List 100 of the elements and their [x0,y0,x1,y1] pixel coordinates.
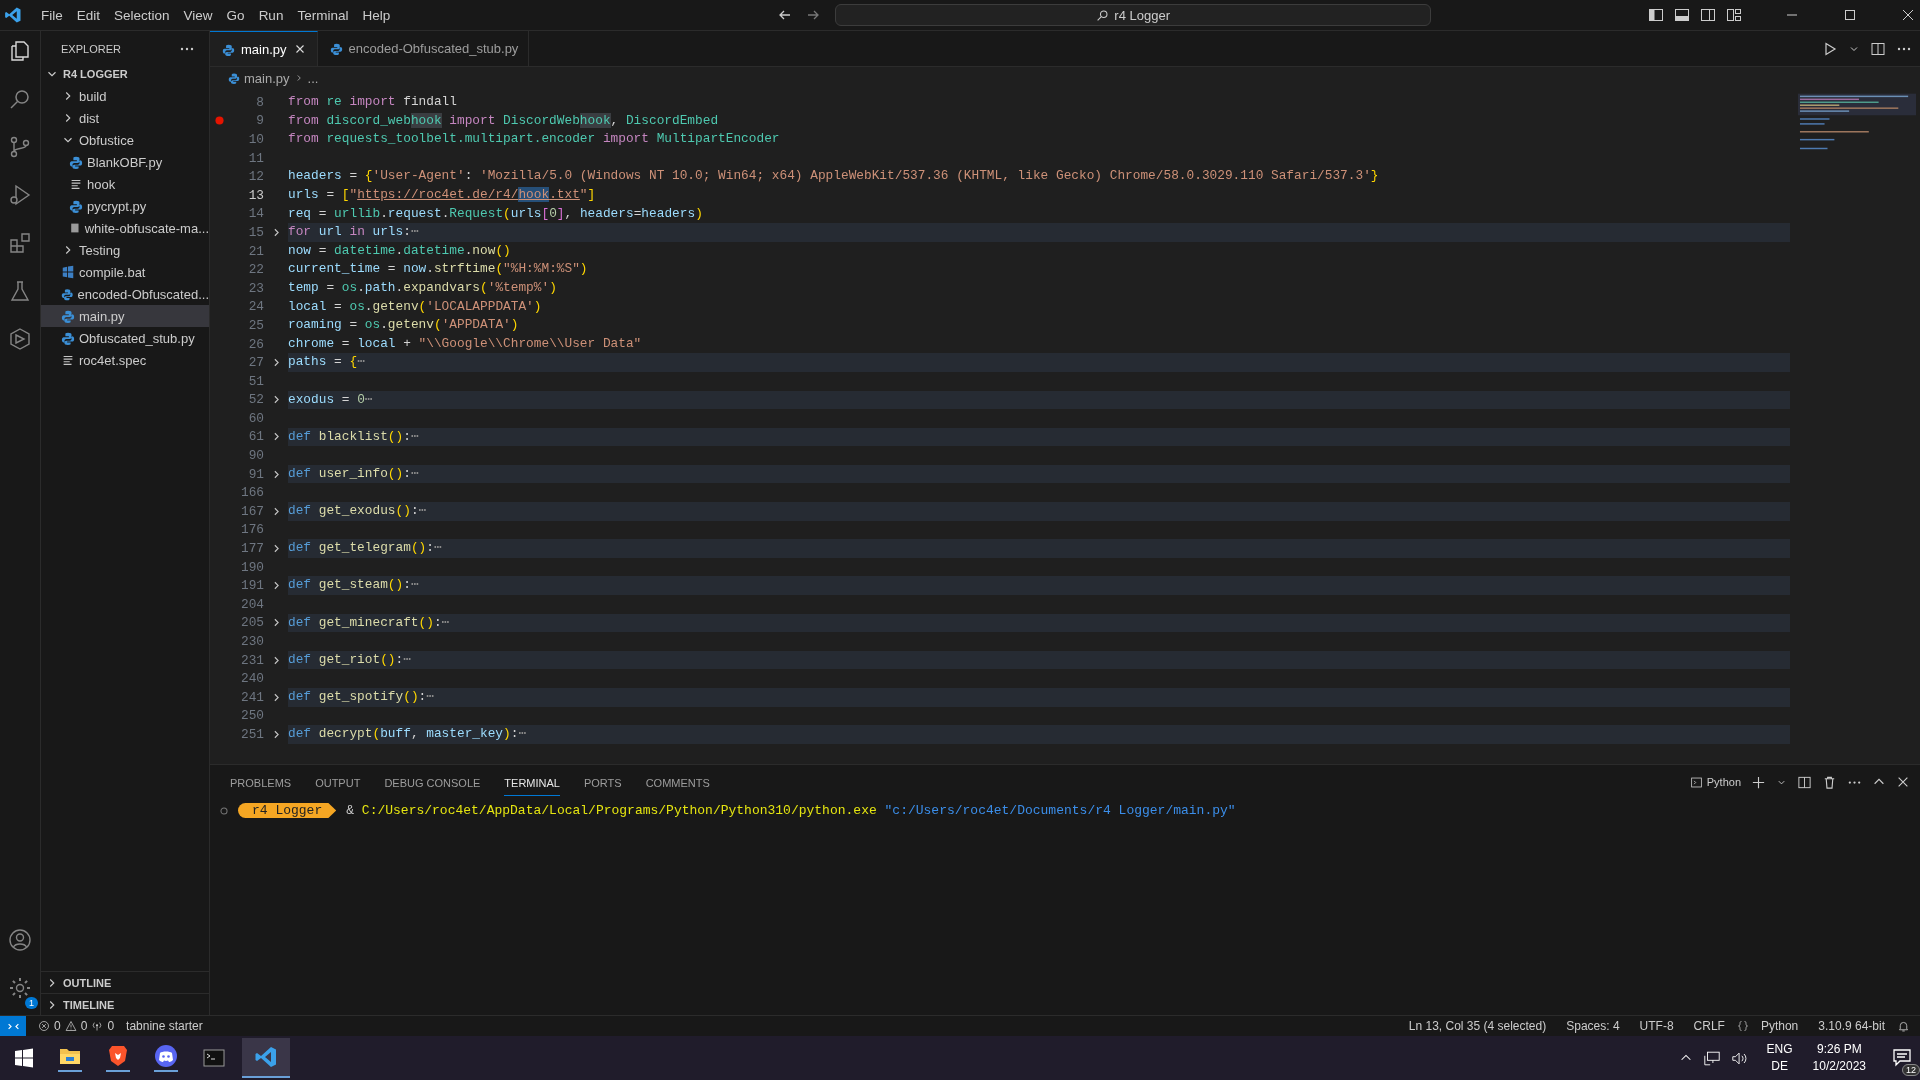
menu-item[interactable]: Run [251,5,291,25]
line-number: 250 [239,708,264,724]
braces-icon[interactable] [1736,1020,1749,1032]
port-count[interactable]: 0 [107,1019,115,1033]
tree-item[interactable]: Testing [41,239,209,261]
line-number: 90 [247,448,264,464]
tree-item[interactable]: Obfustice [41,129,209,151]
menu-item[interactable]: Go [219,5,252,25]
folder-header[interactable]: R4 LOGGER [41,63,209,85]
menu-item[interactable]: View [176,5,220,25]
python-file-icon [69,199,83,213]
menu-item[interactable]: Edit [69,5,108,25]
status-item[interactable]: Ln 13, Col 35 (4 selected) [1408,1019,1547,1033]
chat-app-icon[interactable] [154,1044,178,1072]
files-icon[interactable] [8,39,32,63]
clock[interactable]: 9:26 PM 10/2/2023 [1812,1041,1866,1075]
source-control-icon[interactable] [8,135,32,159]
run-icon[interactable] [1822,40,1838,57]
status-item[interactable]: CRLF [1693,1019,1725,1033]
tree-item[interactable]: Obfuscated_stub.py [41,327,209,349]
code-line: roaming = os.getenv('APPDATA') [288,316,520,335]
panel-tab[interactable]: COMMENTS [645,768,710,796]
notification-icon[interactable] [1892,1046,1912,1067]
line-number: 15 [247,224,264,240]
status-item[interactable]: Spaces: 4 [1566,1019,1620,1033]
split-terminal-icon[interactable] [1797,774,1812,790]
flask-icon[interactable] [8,279,32,303]
line-number: 27 [247,355,264,371]
line-number: 14 [247,206,264,222]
panel-tab[interactable]: DEBUG CONSOLE [384,768,481,796]
panel-tab[interactable]: PROBLEMS [230,768,292,796]
command-center-field[interactable]: r4 Logger [835,4,1432,26]
search-icon[interactable] [8,87,32,111]
editor-tab[interactable]: main.py [210,31,318,66]
volume-icon[interactable] [1730,1050,1749,1066]
tree-item[interactable]: compile.bat [41,261,209,283]
tree-item[interactable]: encoded-Obfuscated... [41,283,209,305]
terminal-icon[interactable] [202,1046,226,1070]
status-item[interactable]: UTF-8 [1639,1019,1674,1033]
tree-item[interactable]: hook [41,173,209,195]
settings-icon[interactable] [8,976,32,1000]
network-icon[interactable] [1702,1050,1721,1066]
sidebar-layout-icon[interactable] [1648,7,1664,23]
app-logo-icon [4,6,22,24]
start-icon[interactable] [14,1048,34,1068]
tree-item[interactable]: pycrypt.py [41,195,209,217]
layout-grid-icon[interactable] [1726,7,1742,23]
error-count[interactable]: 0 [54,1019,61,1033]
interpreter-version[interactable]: 3.10.9 64-bit [1818,1019,1885,1033]
panel-layout-icon[interactable] [1674,7,1690,23]
line-number: 25 [247,317,264,333]
tabnine-status[interactable]: tabnine starter [126,1019,203,1033]
command-status-icon [220,806,228,815]
menu-item[interactable]: Selection [107,5,177,25]
section-header[interactable]: OUTLINE [41,971,209,993]
shield-icon[interactable] [106,1044,130,1072]
menu-item[interactable]: Terminal [290,5,356,25]
split-editor-icon[interactable] [1870,40,1886,57]
breadcrumb-item[interactable]: main.py [244,70,290,86]
trash-icon[interactable] [1822,774,1837,790]
tree-item[interactable]: main.py [41,305,209,327]
taskbar-button[interactable] [242,1038,290,1078]
run-debug-icon[interactable] [8,183,32,207]
tree-item[interactable]: build [41,85,209,107]
tree-item[interactable]: dist [41,107,209,129]
close-icon[interactable] [1896,775,1910,789]
line-number: 231 [239,652,264,668]
language-mode[interactable]: Python [1760,1019,1799,1033]
bell-icon[interactable] [1897,1019,1910,1033]
warning-count[interactable]: 0 [80,1019,88,1033]
panel-tab[interactable]: OUTPUT [315,768,361,796]
close-icon[interactable] [1900,7,1916,23]
editor-tab[interactable]: encoded-Obfuscated_stub.py [317,31,530,66]
maximize-icon[interactable] [1842,7,1858,23]
line-number: 23 [247,280,264,296]
secondary-sidebar-icon[interactable] [1700,7,1716,23]
language-indicator[interactable]: ENG DE [1766,1041,1793,1075]
menu-item[interactable]: Help [355,5,398,25]
hexagon-icon[interactable] [8,327,32,351]
panel-tab[interactable]: PORTS [583,768,622,796]
line-number: 190 [239,559,264,575]
error-icon[interactable] [38,1020,50,1032]
terminal-selector[interactable]: Python [1689,775,1741,789]
tree-item[interactable]: roc4et.spec [41,349,209,371]
python-file-icon [329,42,343,55]
panel-tab[interactable]: TERMINAL [504,768,560,796]
code-line: headers = {'User-Agent': 'Mozilla/5.0 (Windows NT 10.0; Win64; x64) AppleWebKit/537.36 (KHTML, like Gecko) Chrome/58.0.3029.110 Safari/537.3'} [288,167,1380,186]
tree-item[interactable]: BlankOBF.py [41,151,209,173]
line-number: 61 [247,429,264,445]
plus-icon[interactable] [1751,774,1766,790]
breadcrumb-item[interactable]: ... [307,70,319,86]
warning-icon[interactable] [64,1020,77,1032]
extensions-icon[interactable] [8,231,32,255]
breakpoint-icon[interactable] [214,116,224,126]
search-icon [1096,8,1110,22]
antenna-icon[interactable] [91,1020,104,1032]
tree-item[interactable]: white-obfuscate-ma... [41,217,209,239]
account-icon[interactable] [8,928,32,952]
menu-item[interactable]: File [34,5,70,25]
remote-button[interactable] [0,1016,26,1036]
